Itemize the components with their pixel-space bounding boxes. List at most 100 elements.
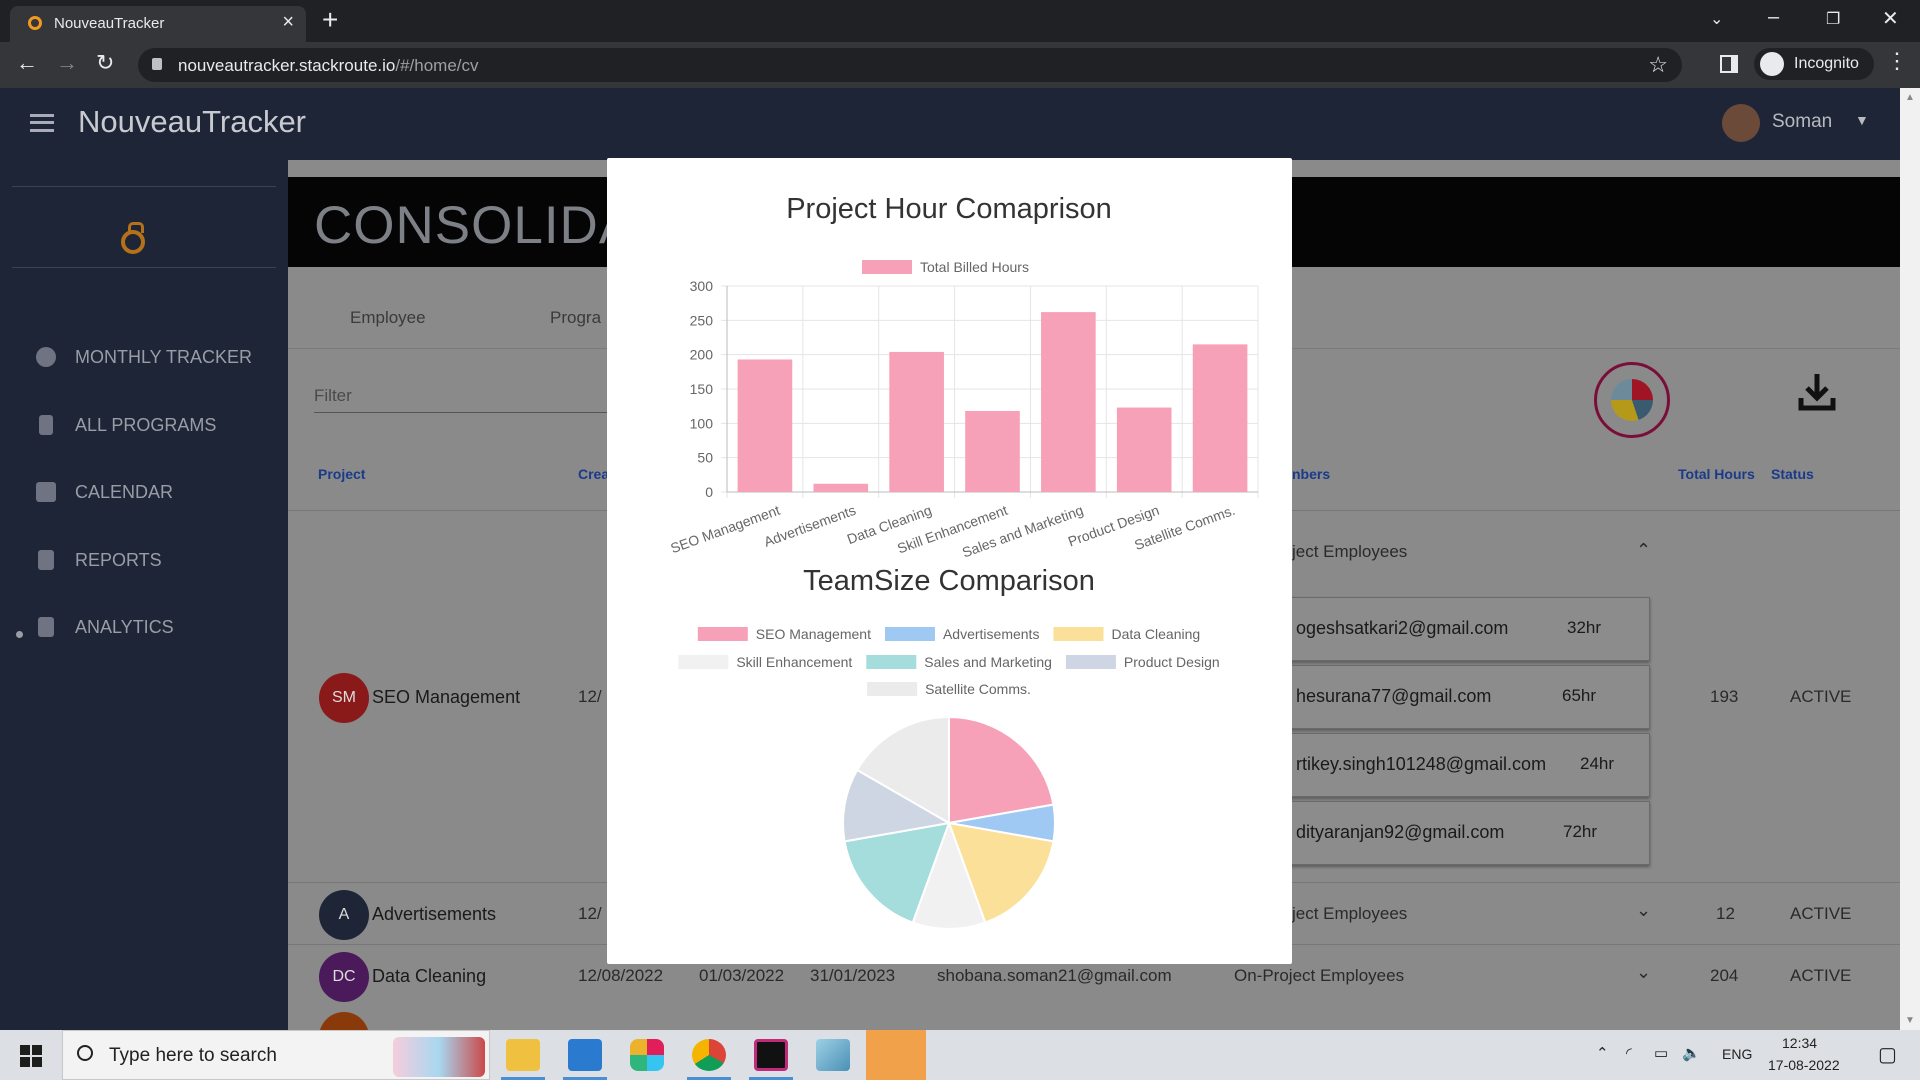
address-bar-row: ← → ↻ nouveautracker.stackroute.io/#/hom…	[0, 42, 1920, 88]
member-card: hesurana77@gmail.com 65hr	[1285, 665, 1650, 729]
vscode-icon[interactable]	[568, 1039, 602, 1071]
bar	[1192, 344, 1248, 492]
browser-tab-strip: NouveauTracker × + ⌄ – ❐ ✕	[0, 0, 1920, 42]
app-header: NouveauTracker Soman ▼	[0, 88, 1900, 160]
project-name: Advertisements	[372, 904, 497, 924]
chevron-up-icon[interactable]: ⌃	[1636, 540, 1651, 561]
incognito-badge[interactable]: Incognito	[1754, 48, 1874, 80]
y-tick-label: 0	[705, 484, 713, 500]
user-name[interactable]: Soman	[1772, 111, 1832, 133]
scroll-down-icon[interactable]: ▼	[1905, 1015, 1915, 1026]
search-icon	[77, 1045, 93, 1061]
tab-programs[interactable]: Progra	[550, 308, 601, 328]
browser-menu-icon[interactable]: ⋮	[1886, 48, 1908, 74]
y-tick-label: 200	[690, 347, 714, 363]
file-explorer-icon[interactable]	[506, 1039, 540, 1071]
minimize-button[interactable]: –	[1768, 6, 1779, 29]
clock-date[interactable]: 17-08-2022	[1768, 1057, 1840, 1073]
notes-app-icon[interactable]	[816, 1039, 850, 1071]
windows-start-button[interactable]	[20, 1045, 42, 1067]
new-tab-button[interactable]: +	[322, 4, 338, 36]
filter-input[interactable]: Filter	[314, 386, 352, 406]
taskbar-search[interactable]: Type here to search	[62, 1030, 490, 1080]
intellij-icon[interactable]	[754, 1039, 788, 1071]
tab-search-icon[interactable]: ⌄	[1710, 9, 1723, 29]
scroll-up-icon[interactable]: ▲	[1905, 92, 1915, 103]
back-icon[interactable]: ←	[16, 50, 38, 76]
sidebar-divider	[12, 267, 276, 268]
sidebar-divider	[12, 186, 276, 187]
taskbar: Type here to search ⌃ ◜ ▭ 🔈 ENG 12:34 17…	[0, 1030, 1920, 1080]
menu-icon[interactable]	[30, 114, 54, 132]
total-hours: 193	[1710, 687, 1739, 706]
page-title: CONSOLIDA	[314, 196, 636, 255]
tab-employee[interactable]: Employee	[350, 308, 426, 328]
total-hours: 204	[1710, 966, 1739, 985]
search-highlight-image	[393, 1037, 485, 1077]
tray-overflow-icon[interactable]: ⌃	[1596, 1044, 1609, 1062]
pie-chart-icon	[1611, 379, 1653, 421]
slack-icon[interactable]	[630, 1039, 664, 1071]
system-tray: ⌃ ◜ ▭ 🔈 ENG 12:34 17-08-2022 ▢	[1560, 1030, 1920, 1080]
app-brand[interactable]: NouveauTracker	[78, 104, 306, 140]
close-window-button[interactable]: ✕	[1882, 6, 1899, 31]
page-scrollbar[interactable]: ▲ ▼	[1900, 88, 1920, 1030]
url-text[interactable]: nouveautracker.stackroute.io/#/home/cv	[178, 56, 479, 76]
member-email: dityaranjan92@gmail.com	[1296, 822, 1505, 842]
pie-chart-title: TeamSize Comparison	[803, 565, 1095, 597]
member-card: ogeshsatkari2@gmail.com 32hr	[1285, 597, 1650, 661]
restore-button[interactable]: ❐	[1826, 9, 1840, 29]
user-avatar[interactable]	[1722, 104, 1760, 142]
status-badge: ACTIVE	[1790, 904, 1852, 923]
browser-tab[interactable]: NouveauTracker ×	[10, 6, 306, 42]
chart-toggle-button[interactable]	[1594, 362, 1670, 438]
bar	[737, 359, 793, 492]
user-menu-caret-icon[interactable]: ▼	[1855, 112, 1869, 128]
site-logo-icon	[28, 16, 42, 30]
clock-icon	[36, 347, 56, 367]
close-tab-icon[interactable]: ×	[282, 11, 294, 34]
side-panel-icon[interactable]	[1720, 55, 1738, 73]
network-icon[interactable]: ◜	[1626, 1044, 1632, 1062]
column-header-total-hours[interactable]: Total Hours	[1678, 466, 1755, 482]
forward-icon[interactable]: →	[56, 50, 78, 76]
chevron-down-icon[interactable]: ⌄	[1636, 962, 1651, 983]
member-hours: 32hr	[1567, 618, 1602, 637]
pie-legend-swatch	[697, 627, 748, 641]
members-dropdown-label[interactable]: ject Employees	[1292, 542, 1407, 562]
volume-icon[interactable]: 🔈	[1682, 1044, 1701, 1062]
column-header-project[interactable]: Project	[318, 466, 365, 482]
column-header-members[interactable]: nbers	[1292, 466, 1330, 482]
battery-icon[interactable]: ▭	[1654, 1044, 1668, 1062]
document-icon	[38, 550, 54, 570]
clock-time[interactable]: 12:34	[1782, 1035, 1817, 1051]
column-header-status[interactable]: Status	[1771, 466, 1814, 482]
chevron-down-icon[interactable]: ⌄	[1636, 900, 1651, 921]
bar	[813, 483, 869, 492]
mail-app-icon[interactable]	[866, 1030, 926, 1080]
member-card: rtikey.singh101248@gmail.com 24hr	[1285, 733, 1650, 797]
column-header-created[interactable]: Crea	[578, 466, 609, 482]
members-dropdown-label[interactable]: On-Project Employees	[1234, 966, 1404, 986]
y-tick-label: 50	[697, 450, 713, 466]
pie-legend-swatch	[1065, 655, 1116, 669]
bar	[1116, 407, 1172, 492]
notification-icon[interactable]: ▢	[1878, 1042, 1897, 1067]
y-tick-label: 150	[690, 381, 714, 397]
calendar-icon	[36, 482, 56, 502]
pie-legend-swatch	[1053, 627, 1104, 641]
download-icon[interactable]	[1798, 372, 1836, 412]
bar-chart-title: Project Hour Comaprison	[786, 193, 1112, 225]
bookmark-star-icon[interactable]: ☆	[1648, 52, 1668, 78]
tab-title: NouveauTracker	[54, 15, 165, 32]
pie-legend-label: Sales and Marketing	[924, 654, 1052, 670]
language-indicator[interactable]: ENG	[1722, 1046, 1752, 1062]
lock-icon[interactable]	[152, 58, 162, 70]
member-hours: 24hr	[1580, 754, 1615, 773]
address-bar[interactable]: nouveautracker.stackroute.io/#/home/cv ☆	[138, 48, 1682, 82]
chrome-icon[interactable]	[692, 1039, 726, 1071]
members-dropdown-label[interactable]: ject Employees	[1292, 904, 1407, 924]
pie-legend-label: Advertisements	[943, 626, 1039, 642]
project-name: Data Cleaning	[372, 966, 487, 986]
reload-icon[interactable]: ↻	[96, 50, 114, 76]
